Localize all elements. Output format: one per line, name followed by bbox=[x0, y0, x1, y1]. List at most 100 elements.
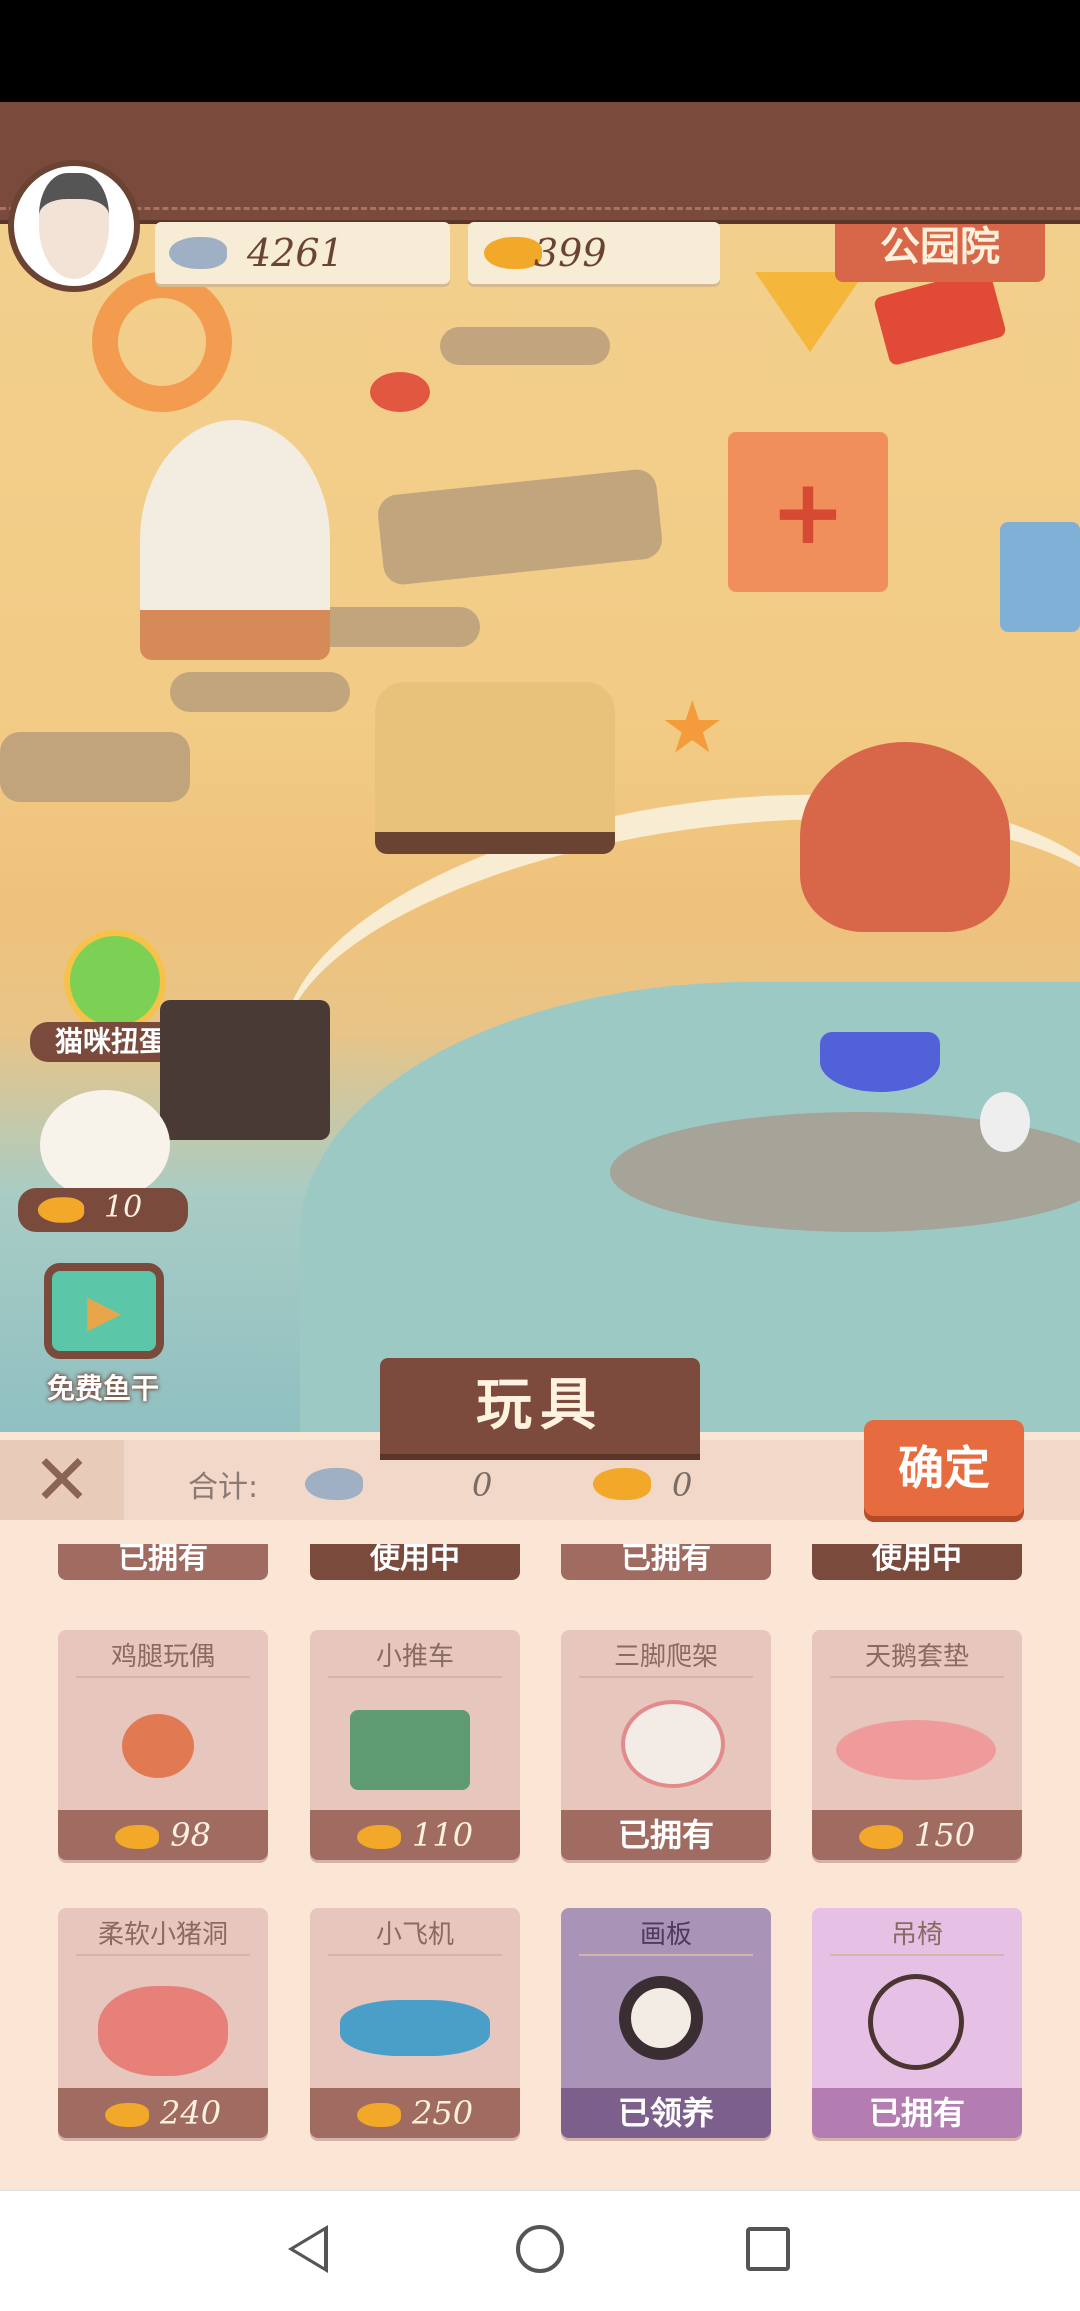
item-name: 画板 bbox=[639, 1920, 692, 1950]
panel-title-tab: 玩具 bbox=[380, 1358, 700, 1454]
stone-path bbox=[0, 732, 190, 802]
cat-sofa[interactable] bbox=[375, 682, 615, 854]
stone-path bbox=[170, 672, 350, 712]
item-price: 150 bbox=[914, 1816, 976, 1854]
gold-fish-icon bbox=[356, 2103, 401, 2127]
airplane-toy-icon bbox=[340, 2000, 490, 2056]
gold-fish-icon bbox=[593, 1468, 652, 1500]
top-bar bbox=[0, 102, 1080, 224]
home-icon[interactable] bbox=[516, 2225, 564, 2273]
item-card[interactable]: 吊椅 已拥有 bbox=[812, 1908, 1022, 2138]
item-name: 小推车 bbox=[375, 1642, 454, 1672]
tripod-climber-icon bbox=[621, 1700, 725, 1788]
gray-fish-icon bbox=[305, 1468, 363, 1500]
free-fish-label: 免费鱼干 bbox=[46, 1372, 159, 1405]
price-bar: 240 bbox=[58, 2088, 268, 2138]
total-gray-value: 0 bbox=[472, 1466, 493, 1504]
cat-price-tag: 10 bbox=[18, 1188, 188, 1232]
cat-purchase-button[interactable]: 10 bbox=[18, 1080, 188, 1232]
first-aid-station[interactable]: + bbox=[728, 432, 888, 592]
divider bbox=[328, 1954, 502, 1956]
back-icon-inner bbox=[294, 2231, 324, 2267]
item-status-strip[interactable]: 已拥有 bbox=[58, 1544, 268, 1580]
cart-toy-icon bbox=[350, 1710, 470, 1790]
item-card[interactable]: 画板 已领养 bbox=[561, 1908, 771, 2138]
gray-fish-icon bbox=[169, 237, 227, 269]
divider bbox=[76, 1676, 250, 1678]
gold-fish-counter: 399 bbox=[468, 222, 720, 284]
item-price: 98 bbox=[170, 1816, 211, 1854]
status-bar: 已拥有 bbox=[812, 2088, 1022, 2138]
item-card[interactable]: 三脚爬架 已拥有 bbox=[561, 1630, 771, 1860]
status-bar bbox=[0, 0, 1080, 102]
price-bar: 98 bbox=[58, 1810, 268, 1860]
total-label: 合计: bbox=[188, 1470, 259, 1505]
cat-in-box[interactable] bbox=[140, 420, 330, 660]
price-bar: 110 bbox=[310, 1810, 520, 1860]
item-name: 小飞机 bbox=[375, 1920, 454, 1950]
pig-burrow-icon bbox=[98, 1986, 228, 2076]
system-nav-bar bbox=[0, 2190, 1080, 2311]
item-name: 天鹅套垫 bbox=[864, 1642, 969, 1672]
close-icon: ✕ bbox=[32, 1439, 92, 1521]
item-card[interactable]: 柔软小猪洞 240 bbox=[58, 1908, 268, 2138]
avatar-face bbox=[39, 173, 109, 279]
starfish: ★ bbox=[660, 685, 725, 769]
bucket[interactable] bbox=[1000, 522, 1080, 632]
item-price: 250 bbox=[412, 2094, 474, 2132]
divider bbox=[579, 1954, 753, 1956]
gray-fish-counter: 4261 bbox=[155, 222, 450, 284]
gold-fish-icon bbox=[104, 2103, 149, 2127]
divider bbox=[328, 1676, 502, 1678]
cat-price: 10 bbox=[104, 1190, 143, 1225]
item-card[interactable]: 天鹅套垫 150 bbox=[812, 1630, 1022, 1860]
price-bar: 150 bbox=[812, 1810, 1022, 1860]
down-arrow-icon bbox=[755, 272, 865, 352]
crab bbox=[370, 372, 430, 412]
gray-fish-count: 4261 bbox=[247, 231, 344, 275]
gold-fish-icon bbox=[356, 1825, 401, 1849]
drumstick-toy-icon bbox=[122, 1714, 194, 1778]
price-bar: 250 bbox=[310, 2088, 520, 2138]
item-status-strip[interactable]: 使用中 bbox=[310, 1544, 520, 1580]
tv-box bbox=[160, 1000, 330, 1140]
item-card[interactable]: 鸡腿玩偶 98 bbox=[58, 1630, 268, 1860]
right-arrow-icon bbox=[872, 267, 1008, 367]
swim-ring bbox=[92, 272, 232, 412]
game-scene[interactable]: + 公园院 ★ bbox=[0, 102, 1080, 1432]
close-button[interactable]: ✕ bbox=[0, 1439, 124, 1521]
panel-title: 玩具 bbox=[476, 1373, 604, 1438]
item-status-strip[interactable]: 已拥有 bbox=[561, 1544, 771, 1580]
recents-icon[interactable] bbox=[746, 2227, 790, 2271]
cat-cannon[interactable] bbox=[800, 742, 1010, 932]
item-name: 柔软小猪洞 bbox=[97, 1920, 228, 1950]
stone-path bbox=[376, 467, 664, 587]
free-fish-button[interactable]: ▶ 免费鱼干 bbox=[28, 1255, 178, 1405]
flamingo-float-icon bbox=[836, 1720, 996, 1780]
item-card[interactable]: 小推车 110 bbox=[310, 1630, 520, 1860]
tv-play-icon: ▶ bbox=[44, 1263, 164, 1359]
status-bar: 已领养 bbox=[561, 2088, 771, 2138]
gold-fish-icon bbox=[858, 1825, 903, 1849]
divider bbox=[830, 1676, 1004, 1678]
item-card[interactable]: 小飞机 250 bbox=[310, 1908, 520, 2138]
divider bbox=[579, 1676, 753, 1678]
confirm-button[interactable]: 确定 bbox=[864, 1420, 1024, 1516]
gacha-globe-icon bbox=[64, 930, 166, 1032]
item-price: 110 bbox=[412, 1816, 474, 1854]
item-status-strip[interactable]: 使用中 bbox=[812, 1544, 1022, 1580]
gold-fish-icon bbox=[37, 1197, 85, 1223]
item-name: 吊椅 bbox=[890, 1920, 943, 1950]
gold-fish-count: 399 bbox=[534, 231, 607, 275]
seagull bbox=[980, 1092, 1030, 1152]
divider bbox=[830, 1954, 1004, 1956]
hanging-chair-icon bbox=[868, 1974, 964, 2070]
white-cat-icon bbox=[40, 1090, 170, 1200]
player-avatar[interactable] bbox=[8, 160, 140, 292]
item-name: 鸡腿玩偶 bbox=[110, 1642, 215, 1672]
cat-food-bowl[interactable] bbox=[820, 1032, 940, 1092]
stone-path bbox=[440, 327, 610, 365]
status-bar: 已拥有 bbox=[561, 1810, 771, 1860]
no-entry-icon bbox=[619, 1976, 703, 2060]
divider bbox=[76, 1954, 250, 1956]
